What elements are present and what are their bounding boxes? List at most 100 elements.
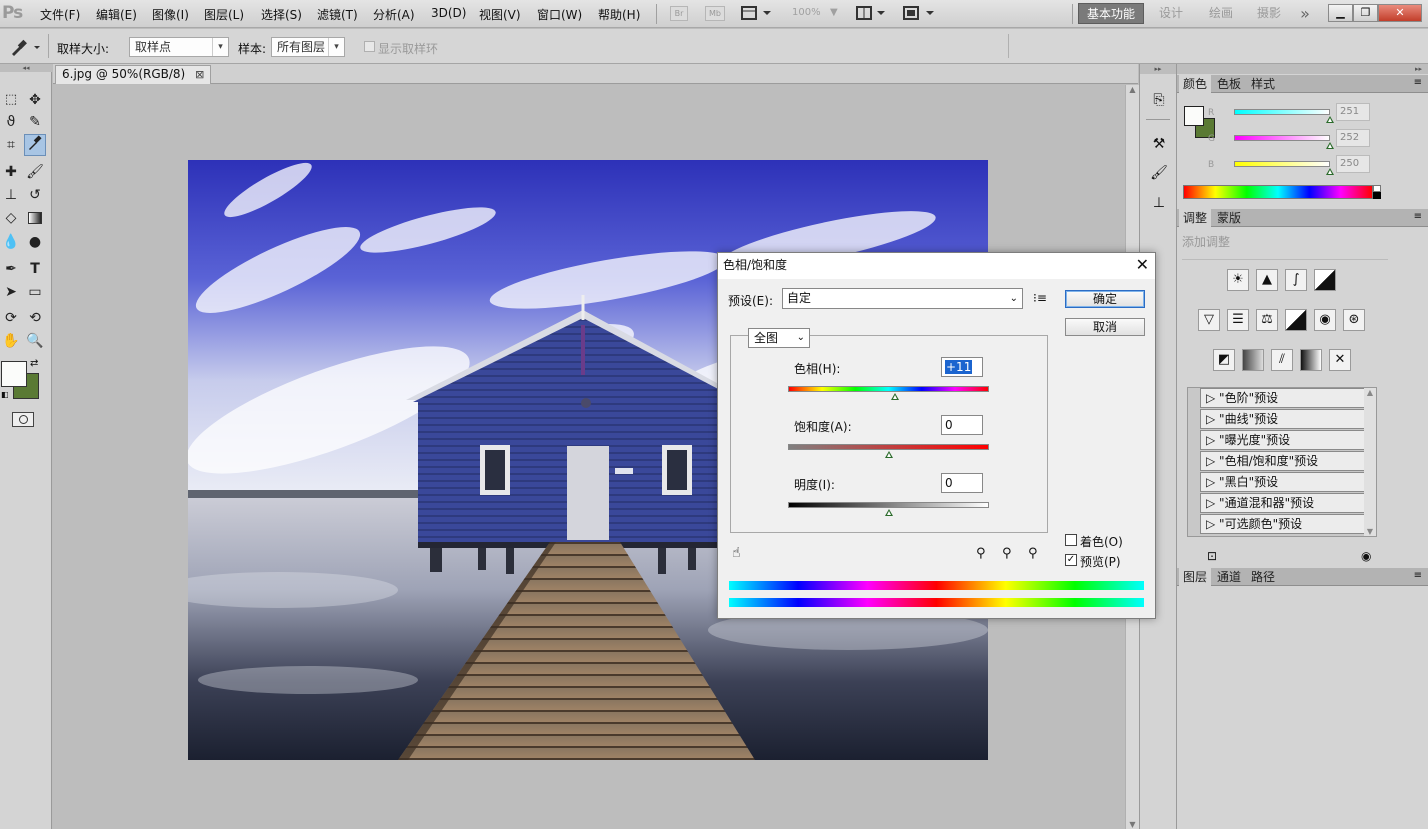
red-slider-thumb[interactable] — [1326, 116, 1334, 123]
collapse-panels-icon[interactable]: ▸▸ — [1177, 64, 1428, 74]
workspace-photography[interactable]: 摄影 — [1248, 3, 1290, 24]
history-brush-tool-icon[interactable]: ↺ — [24, 184, 46, 206]
hand-tool-icon[interactable]: ✋ — [0, 330, 22, 352]
close-dialog-icon[interactable]: ✕ — [1136, 255, 1149, 275]
zoom-level[interactable]: 100% — [792, 7, 821, 18]
path-selection-tool-icon[interactable]: ➤ — [0, 281, 22, 303]
eyedropper-preset-icon[interactable] — [8, 38, 42, 56]
3d-orbit-tool-icon[interactable]: ⟲ — [24, 307, 46, 329]
menu-view[interactable]: 视图(V) — [479, 6, 521, 23]
red-value[interactable]: 251 — [1336, 103, 1370, 121]
black-white-icon[interactable] — [1285, 309, 1307, 331]
brightness-contrast-icon[interactable]: ☀ — [1227, 269, 1249, 291]
gradient-map-icon[interactable] — [1300, 349, 1322, 371]
swap-colors-icon[interactable]: ⇄ — [30, 358, 38, 369]
blue-slider[interactable] — [1234, 161, 1330, 167]
tab-swatches[interactable]: 色板 — [1213, 75, 1245, 93]
workspace-essentials[interactable]: 基本功能 — [1078, 3, 1144, 24]
menu-file[interactable]: 文件(F) — [40, 6, 80, 23]
clone-stamp-tool-icon[interactable]: ⊥ — [0, 184, 22, 206]
color-foreground-swatch[interactable] — [1184, 106, 1204, 126]
preset-selective-color[interactable]: ▷ "可选颜色"预设 — [1200, 514, 1372, 534]
preset-select[interactable]: 自定 ⌄ — [782, 288, 1023, 309]
tab-channels[interactable]: 通道 — [1213, 568, 1245, 586]
scroll-up-icon[interactable]: ▲ — [1126, 85, 1139, 94]
levels-icon[interactable]: ▲ — [1256, 269, 1278, 291]
panel-menu-icon[interactable]: ≡ — [1414, 77, 1422, 88]
red-slider[interactable] — [1234, 109, 1330, 115]
green-slider-thumb[interactable] — [1326, 142, 1334, 149]
bridge-button[interactable]: Br — [670, 6, 688, 21]
lightness-slider-thumb[interactable] — [884, 509, 893, 516]
tab-paths[interactable]: 路径 — [1247, 568, 1279, 586]
channel-mixer-icon[interactable]: ⊛ — [1343, 309, 1365, 331]
workspace-design[interactable]: 设计 — [1150, 3, 1192, 24]
lightness-input[interactable]: 0 — [941, 473, 983, 493]
zoom-dropdown-icon[interactable]: ▼ — [830, 7, 838, 18]
show-ring-checkbox[interactable] — [364, 41, 375, 52]
close-window-button[interactable]: ✕ — [1378, 4, 1422, 22]
spectrum-white-swatch[interactable] — [1373, 185, 1381, 192]
brush-tool-icon[interactable]: 🖌 — [24, 161, 46, 183]
default-colors-icon[interactable]: ◧ — [1, 390, 10, 399]
targeted-adjustment-icon[interactable]: ☝ — [732, 545, 741, 561]
close-document-icon[interactable]: ⊠ — [195, 68, 204, 81]
tab-color[interactable]: 颜色 — [1179, 75, 1212, 93]
expand-dock-icon[interactable]: ▸▸ — [1140, 64, 1176, 74]
spectrum-black-swatch[interactable] — [1373, 192, 1381, 199]
crop-tool-icon[interactable]: ⌗ — [0, 134, 22, 156]
scroll-down-icon[interactable]: ▼ — [1364, 527, 1376, 536]
ok-button[interactable]: 确定 — [1065, 290, 1145, 308]
tab-adjustments[interactable]: 调整 — [1179, 209, 1212, 227]
curves-icon[interactable]: ∫ — [1285, 269, 1307, 291]
menu-help[interactable]: 帮助(H) — [598, 6, 640, 23]
lasso-tool-icon[interactable]: ϑ — [0, 111, 22, 133]
workspace-painting[interactable]: 绘画 — [1200, 3, 1242, 24]
blue-slider-thumb[interactable] — [1326, 168, 1334, 175]
saturation-input[interactable]: 0 — [941, 415, 983, 435]
presets-scrollbar[interactable]: ▲ ▼ — [1364, 388, 1376, 536]
marquee-tool-icon[interactable]: ⬚ — [0, 89, 22, 111]
sample-size-select[interactable]: 取样点 ▾ — [129, 37, 229, 57]
hue-slider-thumb[interactable] — [890, 393, 899, 400]
menu-image[interactable]: 图像(I) — [152, 6, 189, 23]
brush-presets-icon[interactable]: ⚒ — [1149, 134, 1169, 154]
add-to-sample-icon[interactable]: ⚲ — [1002, 546, 1012, 561]
dodge-tool-icon[interactable]: ● — [24, 231, 46, 253]
more-workspaces-button[interactable]: » — [1292, 3, 1318, 24]
shape-tool-icon[interactable]: ▭ — [24, 281, 46, 303]
preview-checkbox[interactable]: ✓ — [1065, 554, 1077, 566]
minimize-button[interactable]: ▁ — [1328, 4, 1353, 22]
invert-icon[interactable]: ◩ — [1213, 349, 1235, 371]
green-slider[interactable] — [1234, 135, 1330, 141]
blue-value[interactable]: 250 — [1336, 155, 1370, 173]
eyedropper-tool-icon[interactable] — [24, 134, 46, 156]
screen-mode-icon[interactable] — [902, 5, 934, 21]
clone-source-icon[interactable]: ⊥ — [1149, 193, 1169, 213]
selective-color-icon[interactable]: ✕ — [1329, 349, 1351, 371]
extras-icon[interactable] — [740, 5, 771, 21]
cancel-button[interactable]: 取消 — [1065, 318, 1145, 336]
tab-layers[interactable]: 图层 — [1179, 568, 1212, 586]
history-panel-icon[interactable]: ⎘ — [1149, 90, 1169, 110]
eyedropper-icon[interactable]: ⚲ — [976, 546, 986, 561]
lightness-slider[interactable] — [788, 502, 989, 508]
adjust-options-icon[interactable]: ◉ — [1361, 549, 1371, 563]
threshold-icon[interactable]: ⫽ — [1271, 349, 1293, 371]
menu-edit[interactable]: 编辑(E) — [96, 6, 137, 23]
posterize-icon[interactable] — [1242, 349, 1264, 371]
tab-masks[interactable]: 蒙版 — [1213, 209, 1245, 227]
zoom-tool-icon[interactable]: 🔍 — [24, 330, 46, 352]
menu-analysis[interactable]: 分析(A) — [373, 6, 415, 23]
colorize-checkbox[interactable] — [1065, 534, 1077, 546]
preset-black-white[interactable]: ▷ "黑白"预设 — [1200, 472, 1372, 492]
document-tab[interactable]: 6.jpg @ 50%(RGB/8) ⊠ — [55, 65, 212, 84]
scroll-up-icon[interactable]: ▲ — [1364, 388, 1376, 397]
preset-options-icon[interactable]: ⁝≡ — [1033, 291, 1047, 305]
3d-rotate-tool-icon[interactable]: ⟳ — [0, 307, 22, 329]
photo-filter-icon[interactable]: ◉ — [1314, 309, 1336, 331]
move-tool-icon[interactable]: ✥ — [24, 89, 46, 111]
return-to-list-icon[interactable]: ⊡ — [1207, 549, 1217, 563]
color-spectrum-bar[interactable] — [1183, 185, 1373, 199]
quick-selection-tool-icon[interactable]: ✎ — [24, 111, 46, 133]
